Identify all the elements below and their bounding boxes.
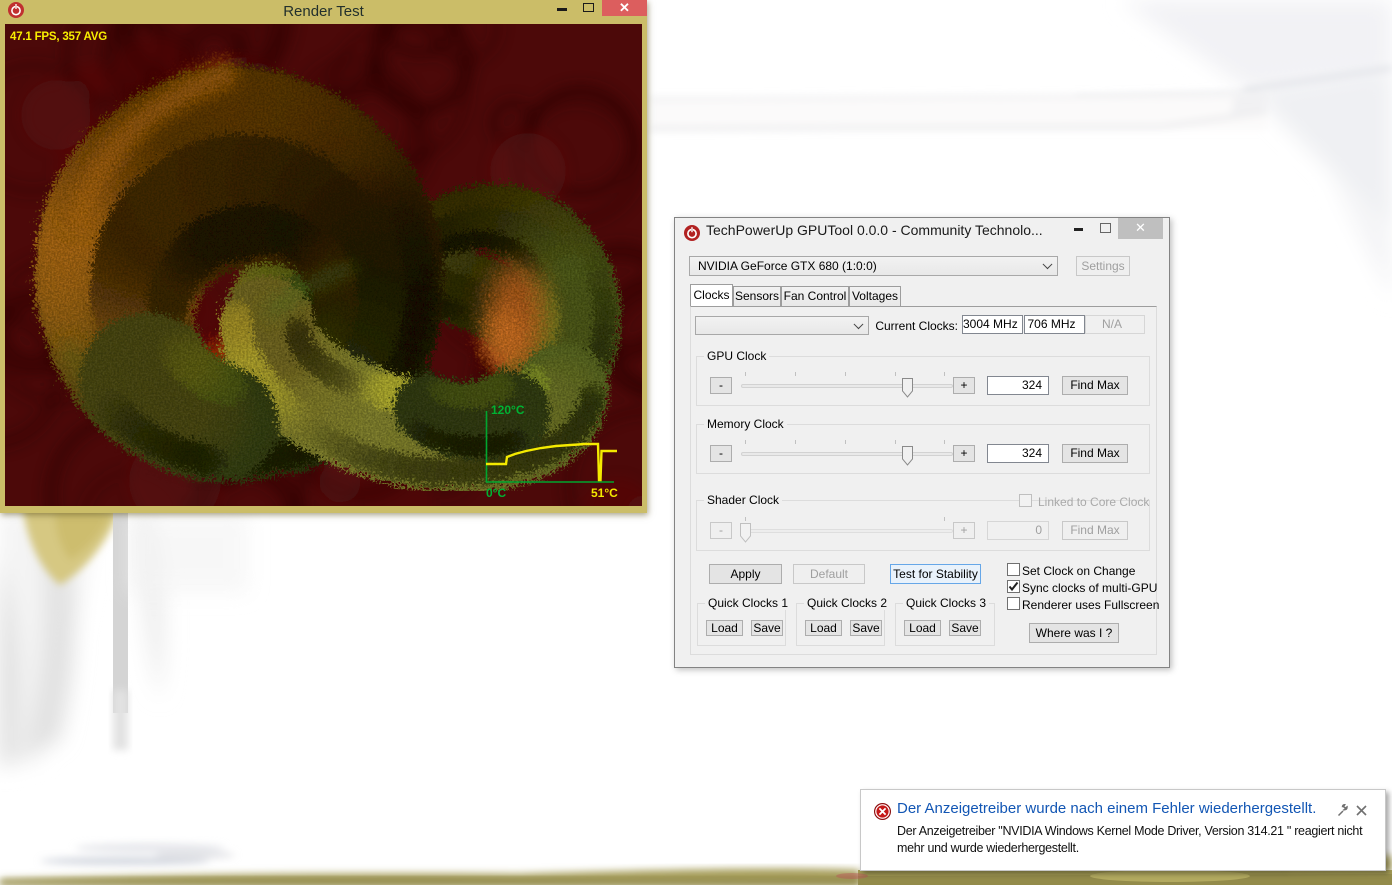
svg-text:0°C: 0°C [486,486,506,500]
svg-text:51°C: 51°C [591,486,618,500]
svg-text:120°C: 120°C [491,403,525,417]
